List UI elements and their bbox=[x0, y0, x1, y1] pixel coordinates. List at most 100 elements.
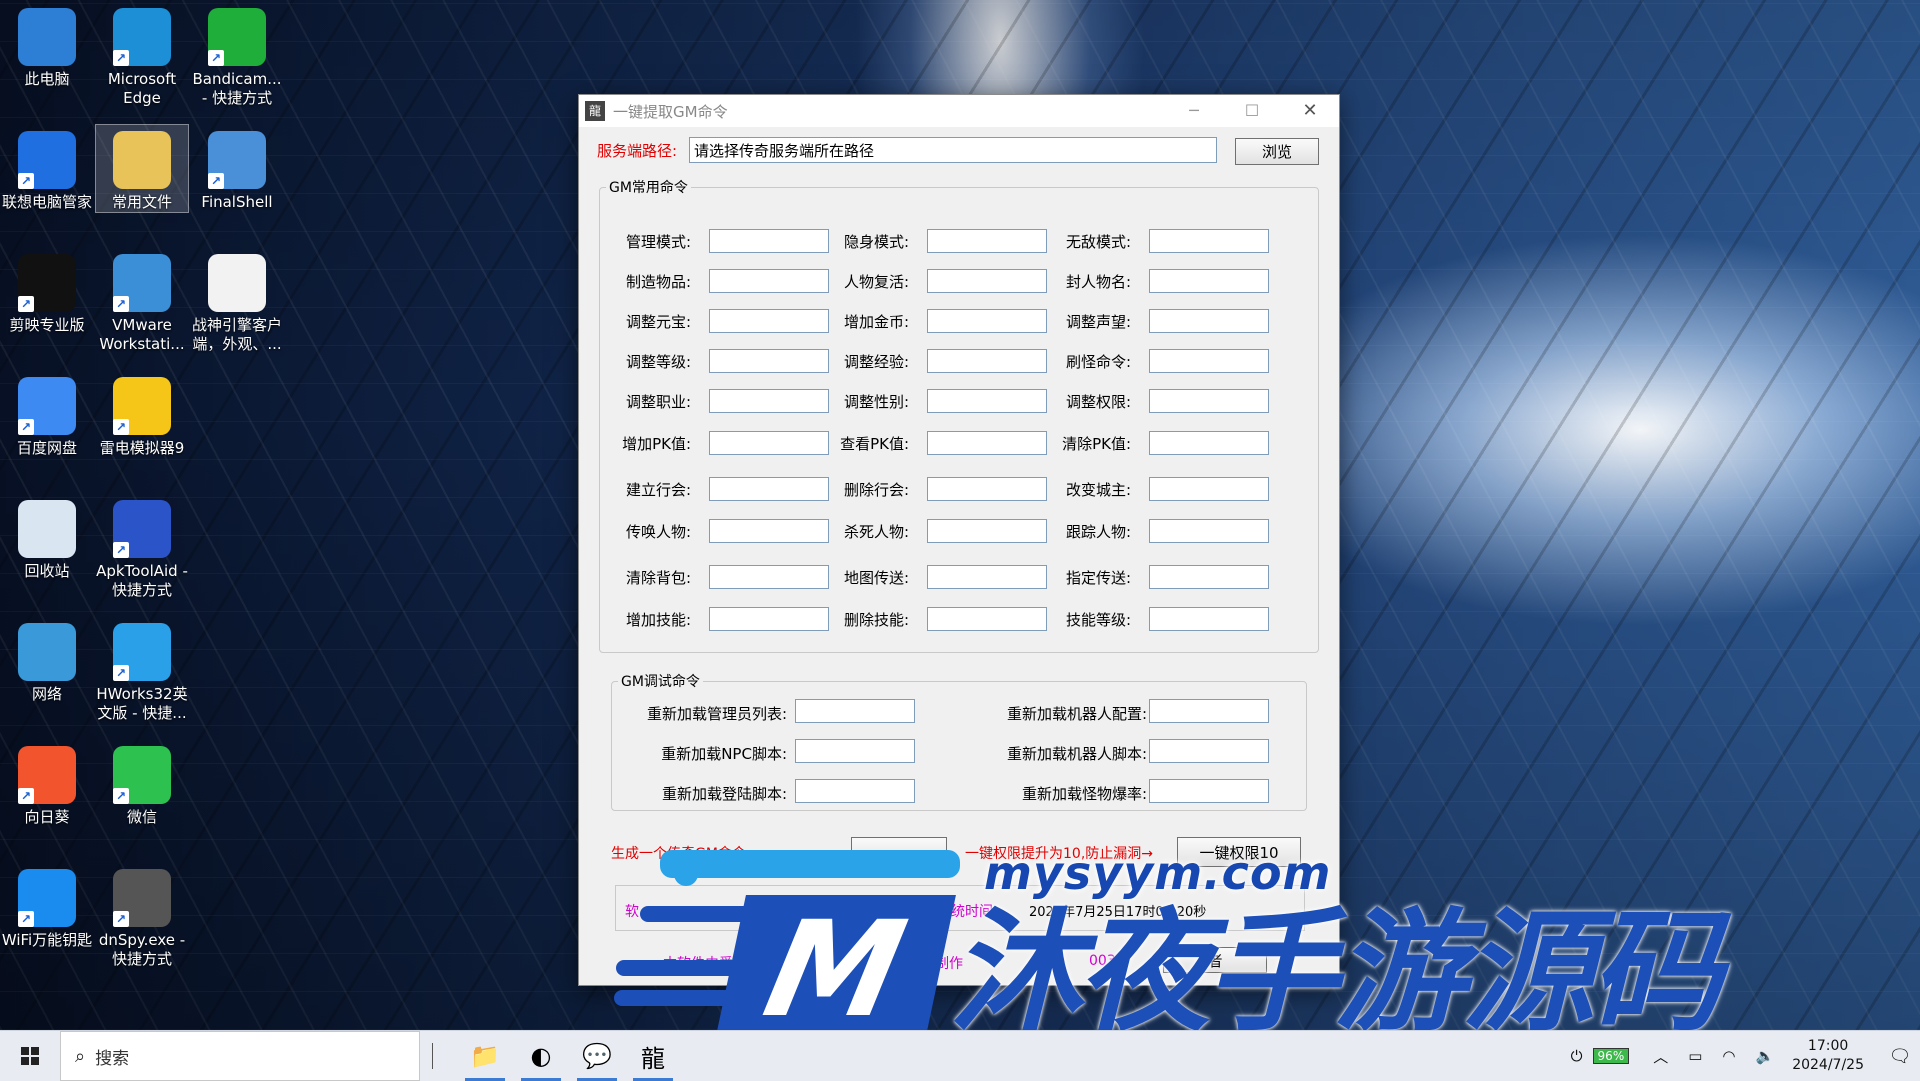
one-click-permission-button[interactable]: 一键权限10 bbox=[1177, 837, 1301, 867]
command-label: 跟踪人物: bbox=[1065, 523, 1131, 541]
file-explorer-icon[interactable]: 📁 bbox=[457, 1031, 513, 1081]
browse-button[interactable]: 浏览 bbox=[1235, 138, 1319, 165]
desktop-icon[interactable]: ↗ WiFi万能钥匙 bbox=[1, 863, 93, 950]
minimize-button[interactable]: ─ bbox=[1165, 95, 1223, 127]
command-input[interactable] bbox=[927, 607, 1047, 631]
about-author-button[interactable]: 者 bbox=[1163, 947, 1267, 973]
wechat-icon[interactable]: 💬 bbox=[569, 1031, 625, 1081]
command-input[interactable] bbox=[709, 389, 829, 413]
clock[interactable]: 17:00 2024/7/25 bbox=[1792, 1037, 1864, 1075]
debug-command-label: 重新加载管理员列表: bbox=[646, 705, 787, 723]
desktop-icon-label: 战神引擎客户端，外观、... bbox=[191, 316, 282, 353]
command-input[interactable] bbox=[709, 269, 829, 293]
desktop-icon[interactable]: ↗ 雷电模拟器9 bbox=[96, 371, 188, 458]
battery-indicator[interactable]: 96% bbox=[1592, 1048, 1630, 1064]
command-input[interactable] bbox=[927, 229, 1047, 253]
generate-command-button[interactable] bbox=[851, 837, 947, 865]
command-input[interactable] bbox=[709, 229, 829, 253]
command-input[interactable] bbox=[927, 477, 1047, 501]
debug-command-input[interactable] bbox=[795, 739, 915, 763]
command-input[interactable] bbox=[927, 565, 1047, 589]
debug-command-input[interactable] bbox=[795, 699, 915, 723]
command-input[interactable] bbox=[1149, 349, 1269, 373]
desktop-icon[interactable]: ↗ 百度网盘 bbox=[1, 371, 93, 458]
debug-command-input[interactable] bbox=[1149, 699, 1269, 723]
notification-icon[interactable]: 🗨 bbox=[1880, 1046, 1920, 1067]
desktop-icon[interactable]: ↗ 联想电脑管家 bbox=[1, 125, 93, 212]
volume-icon[interactable]: 🔈 bbox=[1756, 1047, 1775, 1065]
command-input[interactable] bbox=[927, 431, 1047, 455]
taskbar-search-box[interactable]: ⌕ 搜索 bbox=[60, 1031, 420, 1081]
software-version-text: 软 bbox=[625, 904, 639, 920]
command-input[interactable] bbox=[1149, 389, 1269, 413]
command-label: 调整声望: bbox=[1065, 313, 1131, 331]
desktop-icon[interactable]: ↗ dnSpy.exe - 快捷方式 bbox=[96, 863, 188, 969]
edge-icon[interactable]: ◐ bbox=[513, 1031, 569, 1081]
command-input[interactable] bbox=[927, 309, 1047, 333]
desktop-icon[interactable]: 回收站 bbox=[1, 494, 93, 581]
title-bar[interactable]: 龍 一键提取GM命令 ─ ☐ ✕ bbox=[579, 95, 1339, 127]
command-input[interactable] bbox=[1149, 431, 1269, 455]
wifi-icon[interactable]: ◠ bbox=[1722, 1047, 1735, 1065]
command-input[interactable] bbox=[927, 389, 1047, 413]
desktop-icon[interactable]: ↗ FinalShell bbox=[191, 125, 283, 212]
wifi-key-icon: ↗ bbox=[18, 869, 76, 927]
command-label: 无敌模式: bbox=[1065, 233, 1131, 251]
gm-tool-icon[interactable]: 龍 bbox=[625, 1031, 681, 1081]
command-input[interactable] bbox=[1149, 565, 1269, 589]
desktop-icon[interactable]: 此电脑 bbox=[1, 2, 93, 89]
desktop-icon[interactable]: ↗ Microsoft Edge bbox=[96, 2, 188, 108]
desktop-icon[interactable]: ↗ 向日葵 bbox=[1, 740, 93, 827]
search-placeholder: 搜索 bbox=[95, 1048, 130, 1069]
command-input[interactable] bbox=[927, 349, 1047, 373]
debug-command-input[interactable] bbox=[795, 779, 915, 803]
maximize-button[interactable]: ☐ bbox=[1223, 95, 1281, 127]
command-input[interactable] bbox=[1149, 607, 1269, 631]
command-input[interactable] bbox=[1149, 229, 1269, 253]
windows-logo-icon bbox=[21, 1047, 39, 1065]
command-input[interactable] bbox=[709, 309, 829, 333]
command-input[interactable] bbox=[927, 519, 1047, 543]
command-input[interactable] bbox=[709, 477, 829, 501]
desktop-icon[interactable]: ↗ VMware Workstati... bbox=[96, 248, 188, 354]
gm-command-window[interactable]: 龍 一键提取GM命令 ─ ☐ ✕ 服务端路径: 浏览 GM常用命令 管理模式: 隐… bbox=[578, 94, 1340, 986]
plug-icon[interactable]: ⏻ bbox=[1571, 1047, 1583, 1065]
command-input[interactable] bbox=[927, 269, 1047, 293]
desktop-icon-label: 百度网盘 bbox=[16, 439, 77, 457]
desktop-icon[interactable]: 常用文件 bbox=[95, 124, 189, 213]
command-input[interactable] bbox=[1149, 309, 1269, 333]
command-input[interactable] bbox=[709, 519, 829, 543]
command-input[interactable] bbox=[709, 431, 829, 455]
desktop-icon[interactable]: ↗ ApkToolAid - 快捷方式 bbox=[96, 494, 188, 600]
debug-command-input[interactable] bbox=[1149, 739, 1269, 763]
command-input[interactable] bbox=[1149, 519, 1269, 543]
desktop-icon[interactable]: ↗ Bandicam... - 快捷方式 bbox=[191, 2, 283, 108]
bandicam-icon: ↗ bbox=[208, 8, 266, 66]
command-input[interactable] bbox=[1149, 269, 1269, 293]
server-path-input[interactable] bbox=[689, 137, 1217, 163]
command-input[interactable] bbox=[1149, 477, 1269, 501]
shortcut-arrow-icon: ↗ bbox=[113, 665, 129, 681]
command-label: 传唤人物: bbox=[625, 523, 691, 541]
start-button[interactable] bbox=[0, 1031, 60, 1081]
command-input[interactable] bbox=[709, 565, 829, 589]
desktop-icon[interactable]: ↗ 微信 bbox=[96, 740, 188, 827]
desktop-icon[interactable]: ↗ 剪映专业版 bbox=[1, 248, 93, 335]
desktop-icon[interactable]: ↗ HWorks32英文版 - 快捷... bbox=[96, 617, 188, 723]
wechat-icon: ↗ bbox=[113, 746, 171, 804]
command-label: 清除背包: bbox=[625, 569, 691, 587]
desktop-icon-label: 回收站 bbox=[24, 562, 70, 580]
desktop-icon[interactable]: 战神引擎客户端，外观、... bbox=[191, 248, 283, 354]
battery-icon[interactable]: ▭ bbox=[1688, 1047, 1702, 1065]
command-input[interactable] bbox=[709, 607, 829, 631]
desktop-icon-label: 剪映专业版 bbox=[9, 316, 85, 334]
finalshell-icon: ↗ bbox=[208, 131, 266, 189]
desktop-icon[interactable]: 网络 bbox=[1, 617, 93, 704]
capcut-icon: ↗ bbox=[18, 254, 76, 312]
shortcut-arrow-icon: ↗ bbox=[18, 296, 34, 312]
system-tray: ⏻ 96% ︿ ▭ ◠ 🔈 17:00 2024/7/25 🗨 bbox=[1561, 1031, 1920, 1081]
close-button[interactable]: ✕ bbox=[1281, 95, 1339, 127]
chevron-up-icon[interactable]: ︿ bbox=[1653, 1046, 1668, 1067]
debug-command-input[interactable] bbox=[1149, 779, 1269, 803]
command-input[interactable] bbox=[709, 349, 829, 373]
